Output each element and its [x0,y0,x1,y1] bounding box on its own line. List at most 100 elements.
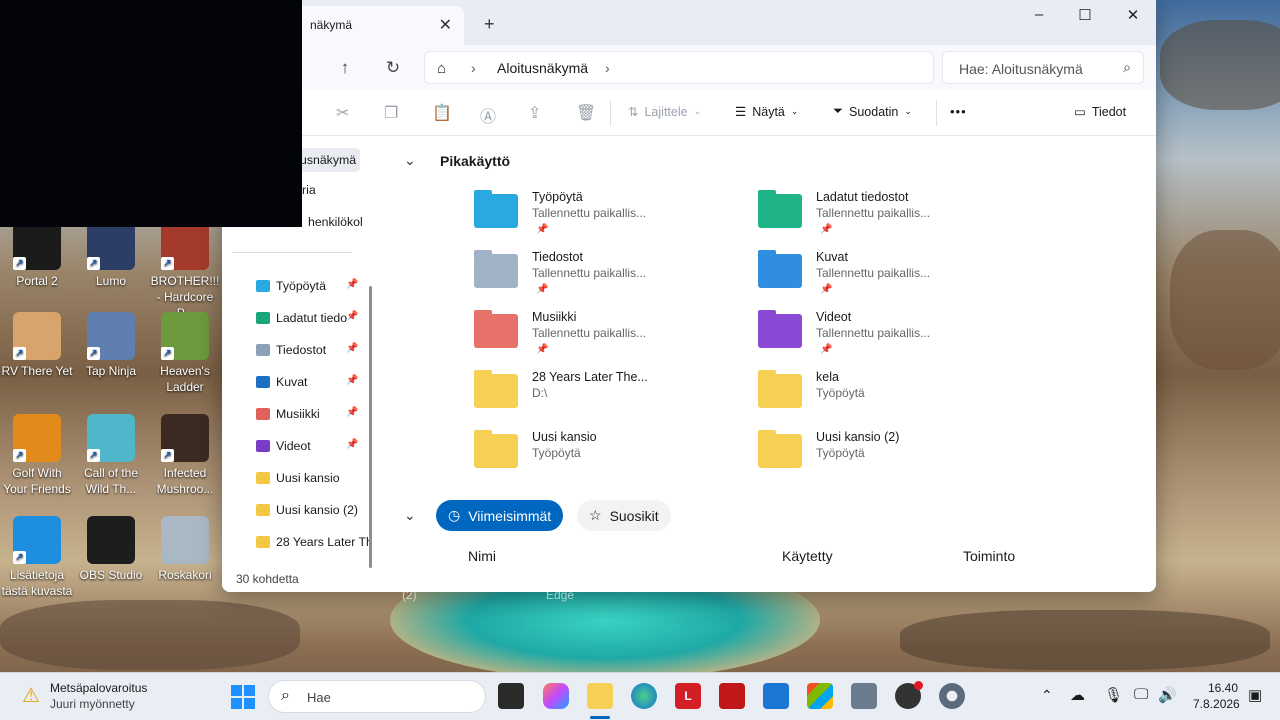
column-header-used[interactable]: Käytetty [782,548,833,564]
refresh-icon[interactable]: ↻ [380,55,406,81]
warning-icon[interactable]: ⚠ [22,683,40,708]
sidebar-item[interactable]: Uusi kansio (2) [256,498,372,522]
desktop-icon[interactable]: ↗BROTHER!!! - Hardcore P... [148,222,222,321]
close-tab-icon[interactable]: ✕ [439,15,452,35]
delete-icon[interactable]: 🗑 [576,103,596,123]
sort-button[interactable]: ⇅ Lajittele ⌄ [628,104,701,120]
rename-icon[interactable]: Ⓐ [480,103,496,127]
sidebar-item[interactable]: Uusi kansio [256,466,372,490]
desktop-icon[interactable]: ↗ Portal 2 [0,222,74,289]
close-window-button[interactable]: ✕ [1110,6,1156,24]
collapse-chevron-icon[interactable]: ⌄ [404,507,416,524]
desktop-icon[interactable]: ↗ Lumo [74,222,148,289]
game-app-icon[interactable] [851,683,877,709]
outlook-icon[interactable] [763,683,789,709]
tab-recent[interactable]: ◷ Viimeisimmät [436,500,564,531]
taskbar-search-input[interactable]: ⌕ Hae [268,680,486,713]
breadcrumb-item-home[interactable]: Aloitusnäkymä [497,60,588,76]
app-icon: ↗ [13,222,61,270]
quick-access-item[interactable]: Uusi kansio (2) Työpöytä [758,430,1018,486]
volume-icon[interactable]: 🔊 [1158,686,1177,704]
maximize-button[interactable]: ☐ [1062,6,1108,24]
clock-date[interactable]: 7.8.2026 [1193,697,1240,711]
paste-icon[interactable]: 📋 [432,103,452,123]
column-header-name[interactable]: Nimi [468,548,496,564]
filter-button[interactable]: ⏷ Suodatin ⌄ [833,104,912,119]
pin-icon: 📌 [346,407,359,418]
clock-time[interactable]: 16.40 [1208,681,1238,695]
sidebar-item-label: 28 Years Later Th [276,535,372,549]
desktop-icon-label: Golf With Your Friends [3,466,71,496]
desktop-icon[interactable]: ↗ Infected Mushroo... [148,414,222,497]
task-view-icon[interactable] [498,683,524,709]
notification-title[interactable]: Metsäpalovaroitus [50,681,147,695]
collapse-chevron-icon[interactable]: ⌄ [404,152,416,169]
quick-access-item[interactable]: kela Työpöytä [758,370,1018,426]
store-icon[interactable] [807,683,833,709]
new-tab-button[interactable]: + [484,14,495,35]
pin-icon: 📌 [820,284,833,295]
folder-icon [256,536,270,548]
desktop-icon-label: Lumo [95,274,127,288]
lastpass-icon[interactable]: L [675,683,701,709]
quick-access-item[interactable]: Musiikki Tallennettu paikallis... 📌 [474,310,734,366]
share-icon[interactable]: ⇪ [528,103,541,123]
chevron-down-icon: ⌄ [904,106,912,116]
desktop-icon[interactable]: OBS Studio [74,516,148,583]
details-pane-button[interactable]: ▭ Tiedot [1074,104,1127,120]
folder-icon [256,504,270,516]
column-header-action[interactable]: Toiminto [963,548,1015,564]
up-arrow-icon[interactable]: ↑ [332,55,358,81]
quick-access-item[interactable]: Uusi kansio Työpöytä [474,430,734,486]
copilot-icon[interactable] [543,683,569,709]
edge-browser-icon[interactable] [631,683,657,709]
quick-access-item[interactable]: Ladatut tiedostot Tallennettu paikallis..… [758,190,1018,246]
view-button[interactable]: ☰ Näytä ⌄ [735,104,798,120]
desktop-icon[interactable]: ↗ Heaven's Ladder [148,312,222,395]
settings-gear-icon[interactable] [939,683,965,709]
desktop-icon[interactable]: ↗ Lisätietoja tästä kuvasta [0,516,74,599]
show-hidden-icons-chevron-icon[interactable]: ⌃ [1041,687,1053,704]
desktop-icon[interactable]: ↗ Golf With Your Friends [0,414,74,497]
folder-icon [256,344,270,356]
search-input[interactable]: Hae: Aloitusnäkymä ⌕ [942,51,1144,84]
shortcut-arrow-icon: ↗ [13,449,26,462]
desktop-icon[interactable]: ↗ RV There Yet [0,312,74,379]
item-location: D:\ [532,386,548,400]
cut-icon[interactable]: ✂ [336,103,349,123]
shortcut-arrow-icon: ↗ [13,347,26,360]
pin-icon: 📌 [346,343,359,354]
shortcut-arrow-icon: ↗ [87,257,100,270]
start-windows-icon[interactable] [231,685,255,709]
quick-access-item[interactable]: 28 Years Later The... D:\ [474,370,734,426]
quick-access-item[interactable]: Kuvat Tallennettu paikallis... 📌 [758,250,1018,306]
network-security-icon[interactable]: ☁ [1070,686,1085,704]
sidebar-item-label: ria [302,183,316,197]
desktop-icon[interactable]: ↗ Call of the Wild Th... [74,414,148,497]
app-icon: ↗ [161,222,209,270]
pin-icon: 📌 [346,279,359,290]
details-label: Tiedot [1091,104,1127,119]
desktop-icon[interactable]: ↗ Tap Ninja [74,312,148,379]
sidebar-item[interactable]: 28 Years Later Th [256,530,372,554]
more-options-button[interactable]: ••• [950,104,967,119]
sort-icon: ⇅ [628,105,639,119]
quick-access-item[interactable]: Videot Tallennettu paikallis... 📌 [758,310,1018,366]
quick-access-item[interactable]: Työpöytä Tallennettu paikallis... 📌 [474,190,734,246]
microphone-icon[interactable]: 🎙 [1104,686,1123,704]
notifications-icon[interactable]: ▣ [1248,686,1262,704]
copy-icon[interactable]: ❐ [384,103,398,123]
item-name: Uusi kansio (2) [816,430,900,444]
shortcut-arrow-icon: ↗ [13,551,26,564]
mcafee-icon[interactable] [719,683,745,709]
file-explorer-taskbar-icon[interactable] [587,683,613,709]
monitor-network-icon[interactable]: 🖵 [1134,686,1148,703]
breadcrumb-chevron-icon[interactable]: › [605,60,610,76]
home-icon[interactable]: ⌂ [437,60,446,77]
desktop-icon-label: Heaven's Ladder [160,364,210,394]
quick-access-item[interactable]: Tiedostot Tallennettu paikallis... 📌 [474,250,734,306]
minimize-button[interactable]: – [1016,6,1062,23]
desktop-icon[interactable]: Roskakori [148,516,222,583]
breadcrumb[interactable]: ⌂ › Aloitusnäkymä › [424,51,934,84]
tab-favorites[interactable]: ☆ Suosikit [577,500,671,531]
